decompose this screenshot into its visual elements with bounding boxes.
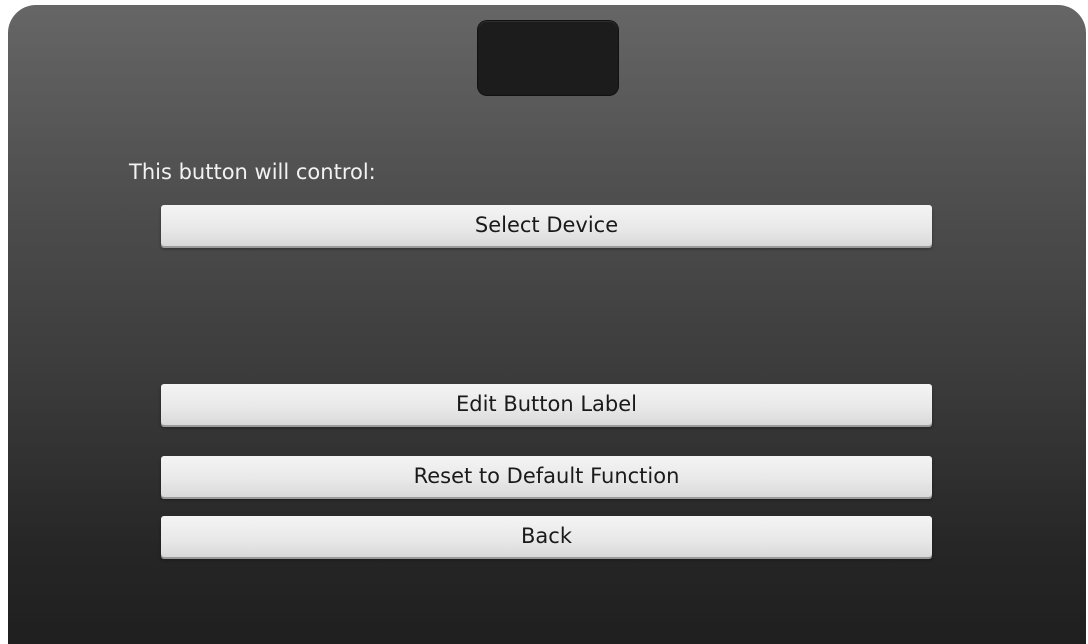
back-button-label: Back [521, 524, 572, 548]
select-device-button[interactable]: Select Device [161, 205, 932, 246]
button-config-panel: This button will control: Select Device … [8, 5, 1086, 644]
edit-button-label-text: Edit Button Label [455, 392, 637, 416]
edit-button-label-button[interactable]: Edit Button Label [161, 384, 932, 425]
control-prompt-label: This button will control: [129, 160, 376, 184]
remote-button-icon [478, 21, 618, 95]
select-device-label: Select Device [474, 213, 619, 237]
back-button[interactable]: Back [161, 516, 932, 557]
reset-default-function-button[interactable]: Reset to Default Function [161, 456, 932, 497]
reset-default-function-label: Reset to Default Function [413, 464, 680, 488]
